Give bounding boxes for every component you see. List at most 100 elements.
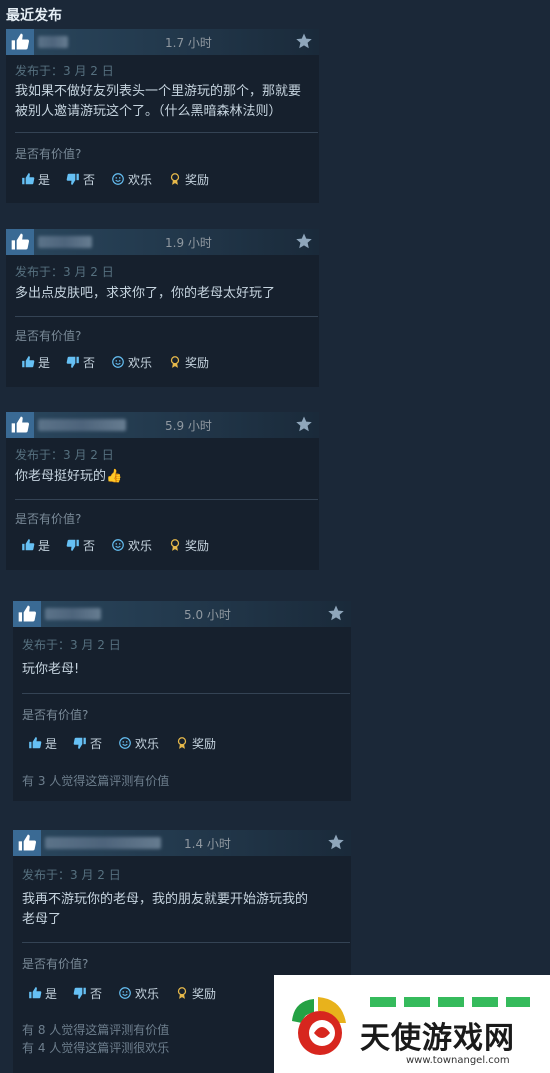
divider bbox=[15, 499, 318, 500]
review-text: 你老母挺好玩的👍 bbox=[15, 469, 123, 484]
helpful-question: 是否有价值? bbox=[22, 708, 89, 722]
posted-date: 发布于：3 月 2 日 bbox=[22, 868, 121, 882]
username-blurred[interactable] bbox=[45, 608, 101, 620]
vote-no-label: 否 bbox=[83, 172, 96, 187]
vote-no-label: 否 bbox=[83, 355, 96, 370]
review-header: 5.0 小时 bbox=[13, 601, 351, 627]
review-text: 我如果不做好友列表头一个里游玩的那个，那就要 被别人邀请游玩这个了。（什么黑暗森… bbox=[15, 84, 302, 119]
divider bbox=[15, 316, 318, 317]
award-medal-icon bbox=[175, 986, 189, 1000]
recommended-thumb-icon bbox=[13, 601, 41, 627]
award-button[interactable]: 奖励 bbox=[170, 732, 221, 754]
watermark-url: www.townangel.com bbox=[406, 1055, 510, 1066]
thumbs-up-icon bbox=[21, 538, 35, 552]
recommended-thumb-icon bbox=[6, 229, 34, 255]
vote-yes-button[interactable]: 是 bbox=[16, 534, 55, 556]
award-button[interactable]: 奖励 bbox=[163, 534, 214, 556]
vote-yes-button[interactable]: 是 bbox=[23, 732, 62, 754]
vote-funny-label: 欢乐 bbox=[135, 986, 160, 1001]
vote-funny-button[interactable]: 欢乐 bbox=[113, 982, 164, 1004]
play-hours: 1.9 小时 bbox=[165, 236, 212, 250]
star-icon[interactable] bbox=[327, 833, 345, 851]
thumbs-down-icon bbox=[66, 172, 80, 186]
vote-buttons: 是 否 欢乐 奖励 bbox=[23, 732, 221, 754]
thumbs-down-icon bbox=[66, 538, 80, 552]
vote-yes-label: 是 bbox=[38, 355, 51, 370]
divider bbox=[22, 942, 350, 943]
vote-funny-label: 欢乐 bbox=[135, 736, 160, 751]
username-blurred[interactable] bbox=[38, 419, 126, 431]
review-card: 1.9 小时 发布于：3 月 2 日 多出点皮肤吧，求求你了，你的老母太好玩了 … bbox=[6, 229, 319, 387]
thumbs-down-icon bbox=[73, 736, 87, 750]
play-hours: 5.9 小时 bbox=[165, 419, 212, 433]
star-icon[interactable] bbox=[295, 415, 313, 433]
vote-no-button[interactable]: 否 bbox=[68, 982, 107, 1004]
review-card: 1.7 小时 发布于：3 月 2 日 我如果不做好友列表头一个里游玩的那个，那就… bbox=[6, 29, 319, 203]
vote-funny-label: 欢乐 bbox=[128, 355, 153, 370]
section-title: 最近发布 bbox=[6, 8, 62, 24]
award-medal-icon bbox=[168, 538, 182, 552]
review-header: 1.9 小时 bbox=[6, 229, 319, 255]
vote-no-button[interactable]: 否 bbox=[61, 534, 100, 556]
smiley-icon bbox=[118, 986, 132, 1000]
star-icon[interactable] bbox=[295, 32, 313, 50]
divider bbox=[15, 132, 318, 133]
review-header: 1.7 小时 bbox=[6, 29, 319, 55]
posted-date: 发布于：3 月 2 日 bbox=[15, 64, 114, 78]
play-hours: 5.0 小时 bbox=[184, 608, 231, 622]
vote-no-label: 否 bbox=[90, 986, 103, 1001]
vote-no-label: 否 bbox=[83, 538, 96, 553]
vote-yes-button[interactable]: 是 bbox=[16, 168, 55, 190]
review-text: 多出点皮肤吧，求求你了，你的老母太好玩了 bbox=[15, 286, 276, 301]
username-blurred[interactable] bbox=[38, 236, 92, 248]
vote-yes-button[interactable]: 是 bbox=[16, 351, 55, 373]
helpful-question: 是否有价值? bbox=[15, 512, 82, 526]
funny-count: 有 4 人觉得这篇评测很欢乐 bbox=[22, 1041, 170, 1055]
vote-yes-label: 是 bbox=[38, 538, 51, 553]
thumbs-up-icon bbox=[21, 172, 35, 186]
helpful-question: 是否有价值? bbox=[22, 957, 89, 971]
watermark-logo-icon bbox=[292, 997, 346, 1055]
helpful-count: 有 3 人觉得这篇评测有价值 bbox=[22, 774, 170, 788]
smiley-icon bbox=[111, 355, 125, 369]
vote-funny-label: 欢乐 bbox=[128, 172, 153, 187]
vote-no-button[interactable]: 否 bbox=[68, 732, 107, 754]
vote-no-button[interactable]: 否 bbox=[61, 351, 100, 373]
vote-no-button[interactable]: 否 bbox=[61, 168, 100, 190]
vote-funny-button[interactable]: 欢乐 bbox=[106, 534, 157, 556]
vote-buttons: 是 否 欢乐 奖励 bbox=[16, 351, 214, 373]
vote-yes-label: 是 bbox=[38, 172, 51, 187]
recommended-thumb-icon bbox=[6, 29, 34, 55]
thumbs-up-icon bbox=[28, 986, 42, 1000]
vote-yes-label: 是 bbox=[45, 736, 58, 751]
thumbs-up-icon bbox=[21, 355, 35, 369]
helpful-count: 有 8 人觉得这篇评测有价值 bbox=[22, 1023, 170, 1037]
thumbs-down-icon bbox=[66, 355, 80, 369]
vote-funny-button[interactable]: 欢乐 bbox=[113, 732, 164, 754]
username-blurred[interactable] bbox=[38, 36, 68, 48]
thumbs-up-icon bbox=[28, 736, 42, 750]
vote-yes-button[interactable]: 是 bbox=[23, 982, 62, 1004]
recommended-thumb-icon bbox=[6, 412, 34, 438]
award-label: 奖励 bbox=[185, 355, 210, 370]
watermark: 天使游戏网 www.townangel.com bbox=[274, 975, 550, 1073]
award-button[interactable]: 奖励 bbox=[170, 982, 221, 1004]
review-card: 5.0 小时 发布于：3 月 2 日 玩你老母! 是否有价值? 是 否 欢乐 奖… bbox=[13, 601, 351, 801]
award-button[interactable]: 奖励 bbox=[163, 168, 214, 190]
vote-buttons: 是 否 欢乐 奖励 bbox=[23, 982, 221, 1004]
smiley-icon bbox=[111, 538, 125, 552]
award-medal-icon bbox=[175, 736, 189, 750]
award-button[interactable]: 奖励 bbox=[163, 351, 214, 373]
review-header: 1.4 小时 bbox=[13, 830, 351, 856]
posted-date: 发布于：3 月 2 日 bbox=[15, 448, 114, 462]
play-hours: 1.7 小时 bbox=[165, 36, 212, 50]
username-blurred[interactable] bbox=[45, 837, 161, 849]
helpful-question: 是否有价值? bbox=[15, 147, 82, 161]
star-icon[interactable] bbox=[327, 604, 345, 622]
award-medal-icon bbox=[168, 172, 182, 186]
vote-funny-button[interactable]: 欢乐 bbox=[106, 168, 157, 190]
star-icon[interactable] bbox=[295, 232, 313, 250]
vote-funny-button[interactable]: 欢乐 bbox=[106, 351, 157, 373]
posted-date: 发布于：3 月 2 日 bbox=[15, 265, 114, 279]
helpful-question: 是否有价值? bbox=[15, 329, 82, 343]
